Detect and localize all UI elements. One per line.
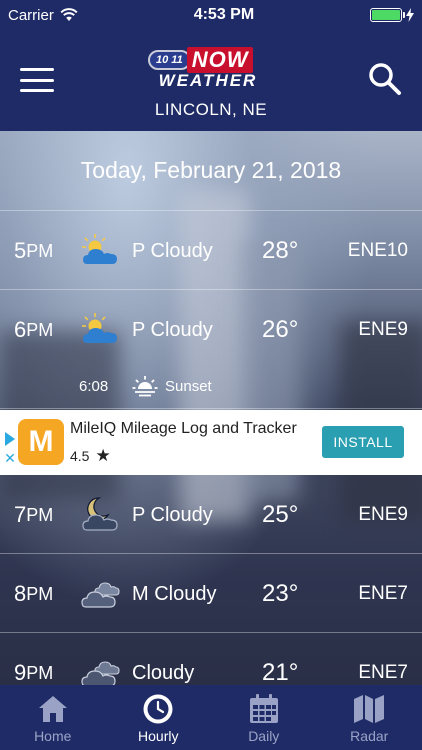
hour-row[interactable]: 8 PM M Cloudy 23° ENE7 — [0, 555, 422, 633]
partly-cloudy-night-icon — [78, 494, 122, 534]
hour-value: 6 — [14, 317, 27, 342]
ad-banner[interactable]: ✕ M MileIQ Mileage Log and Tracker 4.5 ★… — [0, 410, 422, 475]
hour-temperature: 25° — [262, 501, 299, 528]
hour-row[interactable]: 7 PM P Cloudy 25° ENE9 — [0, 476, 422, 554]
hourly-forecast[interactable]: Today, February 21, 2018 5 PM P Cloudy 28° E… — [0, 131, 422, 685]
status-right — [370, 8, 414, 22]
status-left: Carrier — [8, 7, 78, 24]
tab-label: Daily — [248, 728, 280, 744]
sunset-time: 6:08 — [79, 377, 109, 395]
hour-value: 8 — [14, 581, 27, 606]
partly-cloudy-day-icon — [78, 230, 122, 270]
tab-label: Hourly — [138, 728, 179, 744]
menu-button[interactable] — [20, 68, 54, 92]
battery-icon — [370, 8, 405, 22]
hour-time: 9 PM — [14, 634, 53, 685]
hour-temperature: 26° — [262, 316, 299, 343]
ad-title[interactable]: MileIQ Mileage Log and Tracker — [70, 420, 297, 438]
ad-rating-value: 4.5 — [70, 448, 90, 464]
hour-time: 5 PM — [14, 212, 53, 290]
sunset-label: Sunset — [165, 377, 212, 395]
hour-row[interactable]: 9 PM Cloudy 21° ENE7 — [0, 634, 422, 685]
hour-row[interactable]: 5 PM P Cloudy 28° ENE10 — [0, 212, 422, 290]
hour-wind: ENE10 — [347, 240, 408, 261]
carrier-label: Carrier — [8, 6, 54, 24]
hour-ampm: PM — [26, 504, 54, 525]
clock-icon — [141, 693, 175, 725]
date-header: Today, February 21, 2018 — [0, 131, 422, 211]
calendar-icon — [247, 693, 281, 725]
logo-1011: 10 11 — [148, 50, 191, 70]
sunset-icon — [132, 376, 158, 397]
hour-temperature: 21° — [262, 659, 299, 685]
app-header: 10 11 NOW WEATHER LINCOLN, NE — [0, 30, 422, 131]
logo-weather: WEATHER — [158, 71, 258, 90]
hour-wind: ENE9 — [358, 504, 408, 525]
home-icon — [36, 693, 70, 725]
hamburger-line — [20, 68, 54, 71]
logo-now: NOW — [186, 47, 254, 73]
hour-condition: P Cloudy — [132, 503, 213, 526]
hour-temperature: 28° — [262, 237, 299, 264]
hamburger-line — [20, 89, 54, 92]
tab-radar[interactable]: Radar — [317, 685, 422, 750]
hour-time: 8 PM — [14, 555, 53, 633]
hour-wind: ENE9 — [358, 319, 408, 340]
hour-condition: Cloudy — [132, 661, 195, 684]
hour-wind: ENE7 — [358, 662, 408, 683]
partly-cloudy-day-icon — [78, 309, 122, 349]
station-logo: 10 11 NOW WEATHER — [148, 47, 268, 94]
map-icon — [352, 693, 386, 725]
hamburger-line — [20, 78, 54, 82]
tab-home[interactable]: Home — [0, 685, 106, 750]
tab-daily[interactable]: Daily — [211, 685, 317, 750]
hour-ampm: PM — [26, 240, 54, 261]
star-icon: ★ — [95, 446, 111, 465]
sunset-row: 6:08 Sunset — [0, 366, 422, 406]
location-label: LINCOLN, NE — [154, 100, 268, 119]
search-icon[interactable] — [368, 62, 402, 96]
ad-rating: 4.5 ★ — [70, 446, 111, 466]
hour-condition: P Cloudy — [132, 318, 213, 341]
install-button[interactable]: INSTALL — [322, 426, 404, 458]
ad-app-logo[interactable]: M — [18, 419, 64, 465]
hour-ampm: PM — [26, 583, 54, 604]
hour-value: 9 — [14, 660, 27, 685]
charging-bolt-icon — [406, 8, 414, 22]
hour-condition: P Cloudy — [132, 239, 213, 262]
ad-close-icon[interactable]: ✕ — [4, 450, 16, 467]
hour-ampm: PM — [26, 319, 54, 340]
ad-choices-icon[interactable] — [5, 432, 15, 446]
hour-temperature: 23° — [262, 580, 299, 607]
hour-value: 7 — [14, 502, 27, 527]
hour-time: 6 PM — [14, 291, 53, 369]
status-time: 4:53 PM — [193, 6, 255, 23]
mostly-cloudy-night-icon — [78, 573, 122, 613]
tab-bar: Home Hourly Daily Radar — [0, 685, 422, 750]
status-bar: Carrier 4:53 PM — [0, 0, 422, 30]
cloudy-night-icon — [78, 652, 122, 685]
tab-label: Home — [34, 728, 72, 744]
wifi-icon — [60, 8, 78, 21]
ad-choices[interactable]: ✕ — [0, 432, 20, 472]
hour-condition: M Cloudy — [132, 582, 217, 605]
tab-hourly[interactable]: Hourly — [106, 685, 212, 750]
hour-wind: ENE7 — [358, 583, 408, 604]
hour-value: 5 — [14, 238, 27, 263]
hour-ampm: PM — [26, 662, 54, 683]
hour-time: 7 PM — [14, 476, 53, 554]
tab-label: Radar — [350, 728, 389, 744]
